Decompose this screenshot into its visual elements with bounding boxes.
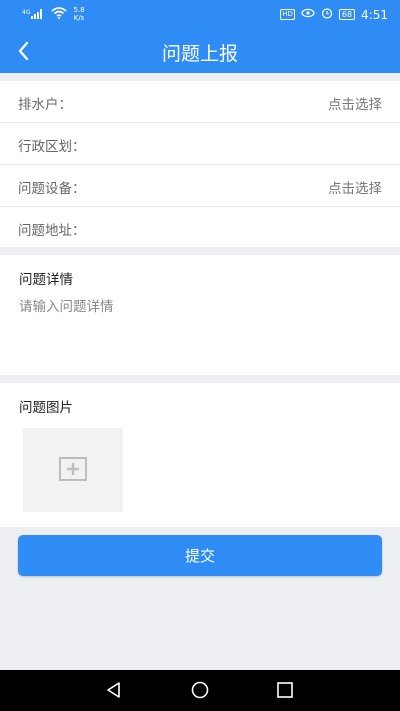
square-recents-icon bbox=[277, 682, 293, 698]
photo-title: 问题图片 bbox=[19, 400, 73, 416]
signal-icon: 4G bbox=[22, 9, 45, 19]
clock: 4:51 bbox=[361, 7, 388, 22]
title-bar: 问题上报 bbox=[0, 30, 400, 73]
speed-unit: K/s bbox=[73, 14, 85, 22]
district-label: 行政区划： bbox=[18, 139, 86, 155]
network-speed: 5.8 K/s bbox=[73, 6, 84, 22]
eye-icon bbox=[301, 8, 315, 21]
form-row-address[interactable]: 问题地址： bbox=[0, 207, 400, 248]
add-photo-button[interactable] bbox=[23, 428, 123, 512]
status-bar: 4G 5.8 K/s HD 68 4:51 bbox=[0, 0, 400, 30]
nav-back-button[interactable] bbox=[105, 681, 123, 703]
device-select[interactable]: 点击选择 bbox=[328, 177, 382, 197]
battery-indicator: 68 bbox=[338, 9, 356, 20]
alarm-icon bbox=[321, 7, 333, 22]
triangle-back-icon bbox=[107, 682, 120, 698]
device-label: 问题设备： bbox=[18, 181, 86, 197]
form-row-district[interactable]: 行政区划： bbox=[0, 123, 400, 165]
navigation-bar bbox=[0, 670, 400, 711]
form-card: 排水户： 点击选择 行政区划： 问题设备： 点击选择 问题地址： bbox=[0, 81, 400, 247]
detail-card: 问题详情 bbox=[0, 255, 400, 375]
detail-title: 问题详情 bbox=[19, 272, 73, 288]
photo-card: 问题图片 bbox=[0, 383, 400, 527]
network-type: 4G bbox=[22, 9, 31, 16]
discharger-select[interactable]: 点击选择 bbox=[328, 93, 382, 113]
submit-button[interactable]: 提交 bbox=[18, 535, 382, 576]
wifi-icon bbox=[51, 6, 67, 22]
detail-input[interactable] bbox=[19, 295, 379, 365]
circle-home-icon bbox=[191, 681, 209, 699]
nav-home-button[interactable] bbox=[190, 681, 210, 703]
form-row-device[interactable]: 问题设备： 点击选择 bbox=[0, 165, 400, 207]
discharger-label: 排水户： bbox=[18, 97, 72, 113]
hd-badge: HD bbox=[280, 9, 295, 20]
speed-value: 5.8 bbox=[73, 6, 85, 14]
address-label: 问题地址： bbox=[18, 223, 86, 239]
page-title: 问题上报 bbox=[161, 43, 238, 65]
add-image-icon bbox=[59, 457, 87, 481]
form-row-discharger[interactable]: 排水户： 点击选择 bbox=[0, 81, 400, 123]
nav-recents-button[interactable] bbox=[276, 681, 294, 703]
